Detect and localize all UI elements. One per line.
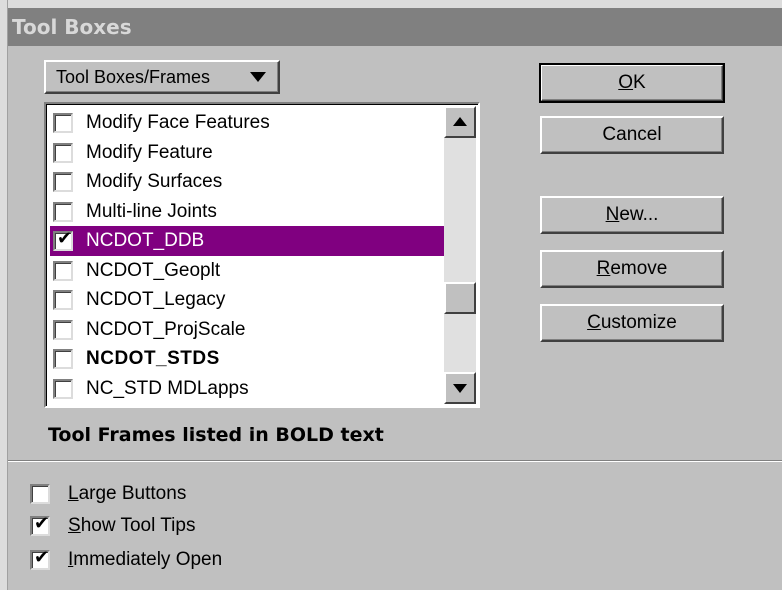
check-icon: ✔ <box>34 547 50 568</box>
list-item[interactable]: NCDOT_ProjScale <box>50 315 446 345</box>
scroll-thumb[interactable] <box>444 282 476 314</box>
scroll-up-arrow-icon <box>453 117 467 126</box>
ok-button[interactable]: OK <box>539 63 725 103</box>
list-item-label: NCDOT_Legacy <box>86 289 226 310</box>
customize-mnemonic: C <box>587 312 601 333</box>
toolbox-type-dropdown[interactable]: Tool Boxes/Frames <box>44 60 280 94</box>
list-item[interactable]: NCDOT_Geoplt <box>50 256 446 286</box>
list-item-label: NCDOT_STDS <box>86 348 220 369</box>
list-item-label: NCDOT_DDB <box>86 230 205 251</box>
ok-mnemonic: O <box>618 72 634 93</box>
list-item-checkbox[interactable] <box>53 142 73 163</box>
list-item-checkbox[interactable] <box>53 378 73 399</box>
customize-label-rest: ustomize <box>600 312 677 333</box>
immediately-open-label-rest: mmediately Open <box>73 549 223 570</box>
large-buttons-label-rest: arge Buttons <box>78 483 187 504</box>
list-item-checkbox[interactable] <box>53 113 73 133</box>
list-item-checkbox[interactable] <box>53 349 73 369</box>
list-item-label: NCDOT_ProjScale <box>86 318 246 340</box>
immediately-open-label: Immediately Open <box>68 548 222 572</box>
list-item[interactable]: NCDOT_Legacy <box>50 285 446 315</box>
remove-button[interactable]: Remove <box>540 250 724 288</box>
check-icon: ✔ <box>57 228 73 249</box>
title-bar[interactable]: Tool Boxes <box>8 0 782 46</box>
show-tool-tips-checkbox[interactable]: ✔ <box>30 513 50 536</box>
new-label-rest: ew... <box>619 204 659 225</box>
list-item[interactable]: NCDOT_STDS <box>50 344 446 374</box>
remove-label-rest: emove <box>610 258 668 279</box>
list-item-checkbox[interactable] <box>53 290 73 310</box>
list-scrollbar[interactable] <box>444 106 476 404</box>
new-mnemonic: N <box>605 204 620 225</box>
large-buttons-mnemonic: L <box>68 483 79 504</box>
dropdown-label: Tool Boxes/Frames <box>56 67 211 87</box>
toolbox-list[interactable]: Modify Face Features Modify Feature Modify… <box>44 102 480 408</box>
list-item-checkbox[interactable] <box>53 260 73 281</box>
list-item[interactable]: Modify Feature <box>50 138 446 168</box>
cancel-label: Cancel <box>602 124 662 145</box>
list-item-checkbox[interactable] <box>53 201 73 222</box>
show-tool-tips-label: Show Tool Tips <box>68 514 195 538</box>
bold-frames-note: Tool Frames listed in BOLD text <box>48 424 384 446</box>
ok-label-rest: K <box>633 72 646 93</box>
list-item-label: Modify Face Features <box>86 112 270 133</box>
list-item[interactable]: Modify Face Features <box>50 108 446 138</box>
show-tool-tips-mnemonic: S <box>68 515 81 536</box>
large-buttons-label: Large Buttons <box>68 482 186 506</box>
immediately-open-checkbox[interactable]: ✔ <box>30 547 50 570</box>
scroll-down-arrow-icon <box>453 384 467 393</box>
window-left-border <box>0 0 8 590</box>
check-icon: ✔ <box>34 513 50 534</box>
scroll-down-button[interactable] <box>444 372 476 404</box>
scroll-up-button[interactable] <box>444 106 476 138</box>
list-item[interactable]: Multi-line Joints <box>50 197 446 227</box>
list-item-label: NC_STD MDLapps <box>86 377 249 399</box>
tool-boxes-dialog: Tool Boxes Tool Boxes/Frames Modify Face… <box>0 0 782 590</box>
list-item-checkbox[interactable] <box>53 172 73 192</box>
cancel-button[interactable]: Cancel <box>540 116 724 154</box>
title-bar-top-edge <box>8 0 782 8</box>
list-item-checkbox[interactable]: ✔ <box>53 228 73 251</box>
list-item[interactable]: ✔ NCDOT_DDB <box>50 226 446 256</box>
customize-button[interactable]: Customize <box>540 304 724 342</box>
separator <box>8 460 782 462</box>
list-item-label: Modify Surfaces <box>86 171 223 192</box>
list-item[interactable]: Modify Surfaces <box>50 167 446 197</box>
list-item-label: NCDOT_Geoplt <box>86 259 221 281</box>
new-button[interactable]: New... <box>540 196 724 234</box>
window-title: Tool Boxes <box>12 15 132 39</box>
toolbox-list-items: Modify Face Features Modify Feature Modify… <box>50 108 446 403</box>
dropdown-arrow-icon <box>250 72 266 82</box>
remove-mnemonic: R <box>596 258 611 279</box>
list-item-label: Modify Feature <box>86 141 213 163</box>
list-item[interactable]: NC_STD MDLapps <box>50 374 446 404</box>
list-item-checkbox[interactable] <box>53 319 73 340</box>
large-buttons-checkbox[interactable] <box>30 484 50 504</box>
show-tool-tips-label-rest: how Tool Tips <box>80 515 196 536</box>
list-item-label: Multi-line Joints <box>86 200 217 222</box>
